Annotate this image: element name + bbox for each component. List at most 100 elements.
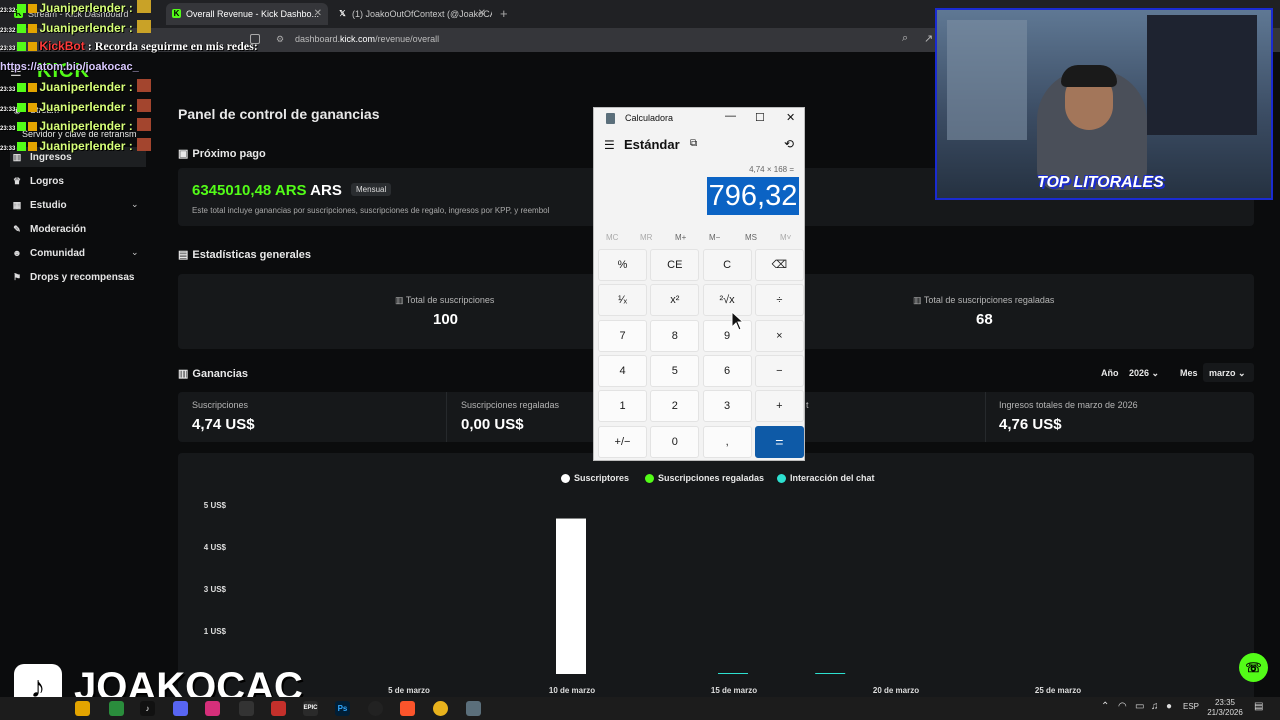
chart-bar[interactable] (718, 673, 748, 674)
steam-icon[interactable] (239, 701, 254, 716)
memory-add-button[interactable]: M+ (675, 233, 686, 242)
chart-bar[interactable] (815, 673, 846, 674)
instagram-icon[interactable] (205, 701, 220, 716)
close-tab-icon[interactable]: ✕ (314, 8, 322, 19)
amount-value: 6345010,48 ARS (192, 182, 307, 199)
calculator-display[interactable]: 796,32 (707, 177, 799, 215)
site-settings-icon[interactable]: ⚙ (276, 34, 284, 45)
sidebar-item-moderacion[interactable]: ✎ Moderación (10, 219, 86, 239)
clear-entry-button[interactable]: CE (650, 249, 700, 281)
whatsapp-icon[interactable] (109, 701, 124, 716)
memory-recall-button[interactable]: MR (640, 233, 652, 242)
youtube-icon[interactable] (271, 701, 286, 716)
file-explorer-icon[interactable] (75, 701, 90, 716)
calculator-taskbar-icon[interactable] (466, 701, 481, 716)
tiktok-icon[interactable]: ♪ (140, 701, 155, 716)
backspace-button[interactable]: ⌫ (754, 249, 804, 281)
clear-button[interactable]: C (702, 249, 752, 281)
digit-4-button[interactable]: 4 (598, 354, 647, 387)
digit-2-button[interactable]: 2 (650, 390, 700, 423)
digit-8-button[interactable]: 8 (650, 319, 700, 352)
divider (985, 392, 986, 442)
decimal-button[interactable]: , (702, 425, 752, 458)
chat-timestamp: 23:32 (0, 27, 16, 34)
language-indicator[interactable]: ESP (1183, 702, 1199, 711)
photoshop-icon[interactable]: Ps (335, 701, 350, 716)
chat-timestamp: 23:33 (0, 106, 16, 113)
windows-taskbar: ♪ EPIC Ps ⌃ ◠ ▭ ♫ ● ESP 23:35 21/3/2026 … (0, 697, 1280, 720)
square-button[interactable]: x² (650, 284, 700, 317)
memory-list-button[interactable]: M˅ (780, 233, 791, 242)
close-button[interactable]: ✕ (786, 111, 795, 124)
obs-icon[interactable] (368, 701, 383, 716)
subtract-button[interactable]: − (754, 354, 804, 387)
year-select[interactable]: 2026 ⌄ (1124, 363, 1170, 382)
hamburger-menu-icon[interactable]: ☰ (604, 138, 615, 152)
url-field[interactable]: dashboard.kick.com/revenue/overall (295, 34, 439, 44)
volume-icon[interactable]: ♫ (1151, 701, 1159, 712)
sidebar-item-estudio[interactable]: ▦ Estudio (10, 195, 67, 215)
equals-button[interactable]: = (754, 425, 804, 458)
trophy-icon: ♛ (12, 176, 22, 186)
battery-icon[interactable]: ▭ (1135, 701, 1144, 712)
brave-icon[interactable] (400, 701, 415, 716)
close-tab-icon[interactable]: ✕ (478, 8, 486, 19)
help-chat-button[interactable]: ☏ (1239, 653, 1268, 682)
tab-twitter[interactable]: 𝕏 (1) JoakoOutOfContext (@JoakoCAC ✕ (332, 3, 492, 25)
zoom-icon[interactable]: ⌕ (902, 32, 908, 45)
sidebar-item-drops[interactable]: ⚑ Drops y recompensas (10, 267, 135, 287)
kick-badge-icon (17, 102, 27, 112)
digit-5-button[interactable]: 5 (650, 354, 700, 387)
keep-on-top-icon[interactable]: ⧉ (690, 138, 697, 149)
chat-username: KickBot (39, 39, 85, 54)
calculator-mode: Estándar (624, 137, 680, 152)
add-button[interactable]: + (754, 390, 804, 423)
memory-subtract-button[interactable]: M− (709, 233, 720, 242)
percent-button[interactable]: % (598, 249, 647, 281)
digit-1-button[interactable]: 1 (598, 390, 647, 423)
chart-bar[interactable] (556, 518, 586, 674)
share-icon[interactable]: ↗ (924, 32, 933, 45)
total-gifted-value: 68 (976, 311, 993, 328)
negate-button[interactable]: +/− (598, 425, 647, 458)
clock-date[interactable]: 21/3/2026 (1203, 708, 1247, 717)
history-icon[interactable]: ⟲ (784, 137, 794, 151)
clock-time[interactable]: 23:35 (1206, 698, 1244, 707)
memory-store-button[interactable]: MS (745, 233, 757, 242)
multiply-button[interactable]: × (754, 319, 804, 352)
digit-7-button[interactable]: 7 (598, 319, 647, 352)
chat-timestamp: 23:32 (0, 8, 16, 14)
digit-3-button[interactable]: 3 (702, 390, 752, 423)
microphone-icon[interactable]: ● (1166, 701, 1172, 712)
tab-overall-revenue[interactable]: K Overall Revenue - Kick Dashbo... ✕ (166, 3, 328, 25)
digit-6-button[interactable]: 6 (702, 354, 752, 387)
sidebar-item-logros[interactable]: ♛ Logros (10, 171, 64, 191)
month-select[interactable]: marzo ⌄ (1203, 363, 1254, 382)
kick-badge-icon (17, 122, 27, 132)
chat-emote-icon (136, 98, 151, 112)
wrench-icon: ✎ (13, 224, 21, 234)
new-tab-icon[interactable]: + (500, 6, 508, 21)
shelf-shape (1147, 15, 1257, 135)
subscriber-badge-icon (28, 23, 38, 33)
sidebar-item-comunidad[interactable]: ☻ Comunidad (10, 243, 85, 263)
chart-icon: ▥ (178, 368, 189, 380)
sidebar-item-label: Estudio (30, 199, 67, 211)
epic-games-icon[interactable]: EPIC (303, 701, 318, 716)
discord-icon[interactable] (173, 701, 188, 716)
maximize-button[interactable]: ☐ (755, 111, 765, 124)
digit-0-button[interactable]: 0 (650, 425, 700, 458)
divide-button[interactable]: ÷ (754, 284, 804, 317)
chat-message: 23:33 Juaniperlender : (0, 78, 153, 97)
chrome-icon[interactable] (433, 701, 448, 716)
network-icon[interactable]: ◠ (1118, 701, 1127, 712)
notifications-icon[interactable]: ▤ (1254, 701, 1263, 712)
reciprocal-button[interactable]: ¹⁄ₓ (598, 284, 647, 317)
minimize-button[interactable]: — (725, 110, 736, 122)
chevron-up-icon[interactable]: ⌃ (1101, 701, 1109, 712)
earnings-subs-label: Suscripciones (192, 400, 249, 410)
chevron-down-icon[interactable]: ⌄ (131, 247, 139, 258)
chevron-down-icon[interactable]: ⌄ (131, 199, 139, 210)
memory-clear-button[interactable]: MC (606, 233, 618, 242)
chat-message: 23:32 Juaniperlender : (0, 0, 153, 18)
